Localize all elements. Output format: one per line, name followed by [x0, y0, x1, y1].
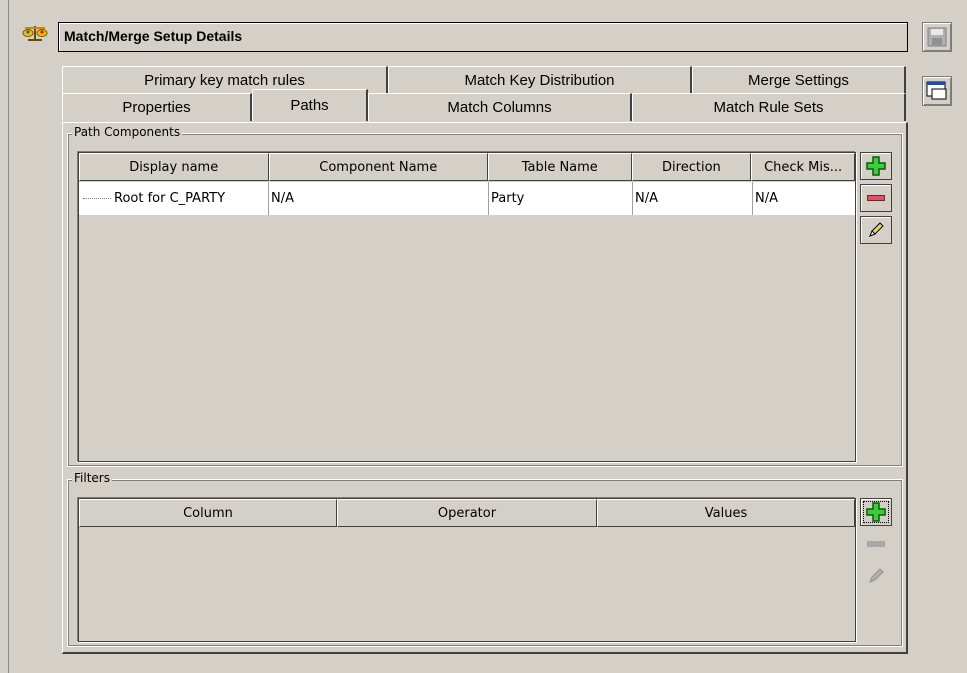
tab-label: Match Columns [447, 99, 552, 116]
table-cell-component-name: N/A [269, 182, 489, 215]
save-button[interactable] [922, 22, 952, 52]
tree-connector [83, 198, 111, 199]
column-header-check-missing[interactable]: Check Mis... [751, 153, 855, 181]
column-header-column[interactable]: Column [79, 499, 337, 527]
tab-label: Merge Settings [748, 72, 849, 89]
table-header: Column Operator Values [79, 499, 855, 527]
column-header-direction[interactable]: Direction [631, 153, 752, 181]
filters-table[interactable]: Column Operator Values [78, 498, 856, 642]
cell-text: Root for C_PARTY [114, 191, 226, 206]
filters-group: Filters Column Operator Values [67, 471, 903, 647]
tab-merge-settings[interactable]: Merge Settings [692, 66, 906, 94]
path-components-legend: Path Components [72, 125, 183, 139]
column-header-display-name[interactable]: Display name [79, 153, 269, 181]
table-row[interactable]: Root for C_PARTY N/A Party N/A N/A [79, 182, 855, 215]
tab-properties[interactable]: Properties [62, 93, 252, 121]
tab-paths[interactable]: Paths [252, 89, 368, 121]
tab-strip: Primary key match rules Match Key Distri… [62, 66, 908, 123]
tab-content-panel: Path Components Display name Component N… [62, 122, 908, 654]
minus-icon [867, 541, 885, 547]
minus-icon [867, 195, 885, 201]
page-title: Match/Merge Setup Details [64, 28, 243, 44]
remove-path-button[interactable] [860, 184, 892, 212]
table-cell-check-missing: N/A [755, 191, 778, 206]
tab-match-key-distribution[interactable]: Match Key Distribution [388, 66, 692, 94]
tab-match-columns[interactable]: Match Columns [368, 93, 632, 121]
plus-icon [866, 502, 886, 522]
tab-label: Primary key match rules [144, 72, 305, 89]
add-filter-button[interactable] [860, 498, 892, 526]
column-header-values[interactable]: Values [597, 499, 855, 527]
scales-icon [22, 24, 48, 42]
pencil-icon [869, 222, 884, 237]
tab-label: Match Key Distribution [464, 72, 615, 89]
tab-label: Paths [290, 97, 329, 114]
path-components-table[interactable]: Display name Component Name Table Name D… [78, 152, 856, 462]
pencil-icon [869, 568, 884, 583]
save-icon [927, 27, 947, 47]
edit-path-button[interactable] [860, 216, 892, 244]
table-cell-display-name: Root for C_PARTY [79, 182, 269, 215]
dialog-icon [926, 81, 947, 100]
column-header-table-name[interactable]: Table Name [487, 153, 632, 181]
tab-match-rule-sets[interactable]: Match Rule Sets [632, 93, 906, 121]
table-header: Display name Component Name Table Name D… [79, 153, 855, 181]
filters-legend: Filters [72, 471, 112, 485]
remove-filter-button[interactable] [860, 530, 892, 558]
column-header-component-name[interactable]: Component Name [268, 153, 488, 181]
title-box: Match/Merge Setup Details [58, 22, 908, 52]
dialog-button[interactable] [922, 76, 952, 106]
column-header-operator[interactable]: Operator [337, 499, 597, 527]
plus-icon [866, 156, 886, 176]
table-cell-table-name: Party [489, 182, 633, 215]
tab-label: Match Rule Sets [713, 99, 824, 116]
tab-label: Properties [122, 99, 191, 116]
path-components-group: Path Components Display name Component N… [67, 125, 903, 467]
edit-filter-button[interactable] [860, 562, 892, 590]
table-cell-direction: N/A [633, 182, 753, 215]
add-path-button[interactable] [860, 152, 892, 180]
